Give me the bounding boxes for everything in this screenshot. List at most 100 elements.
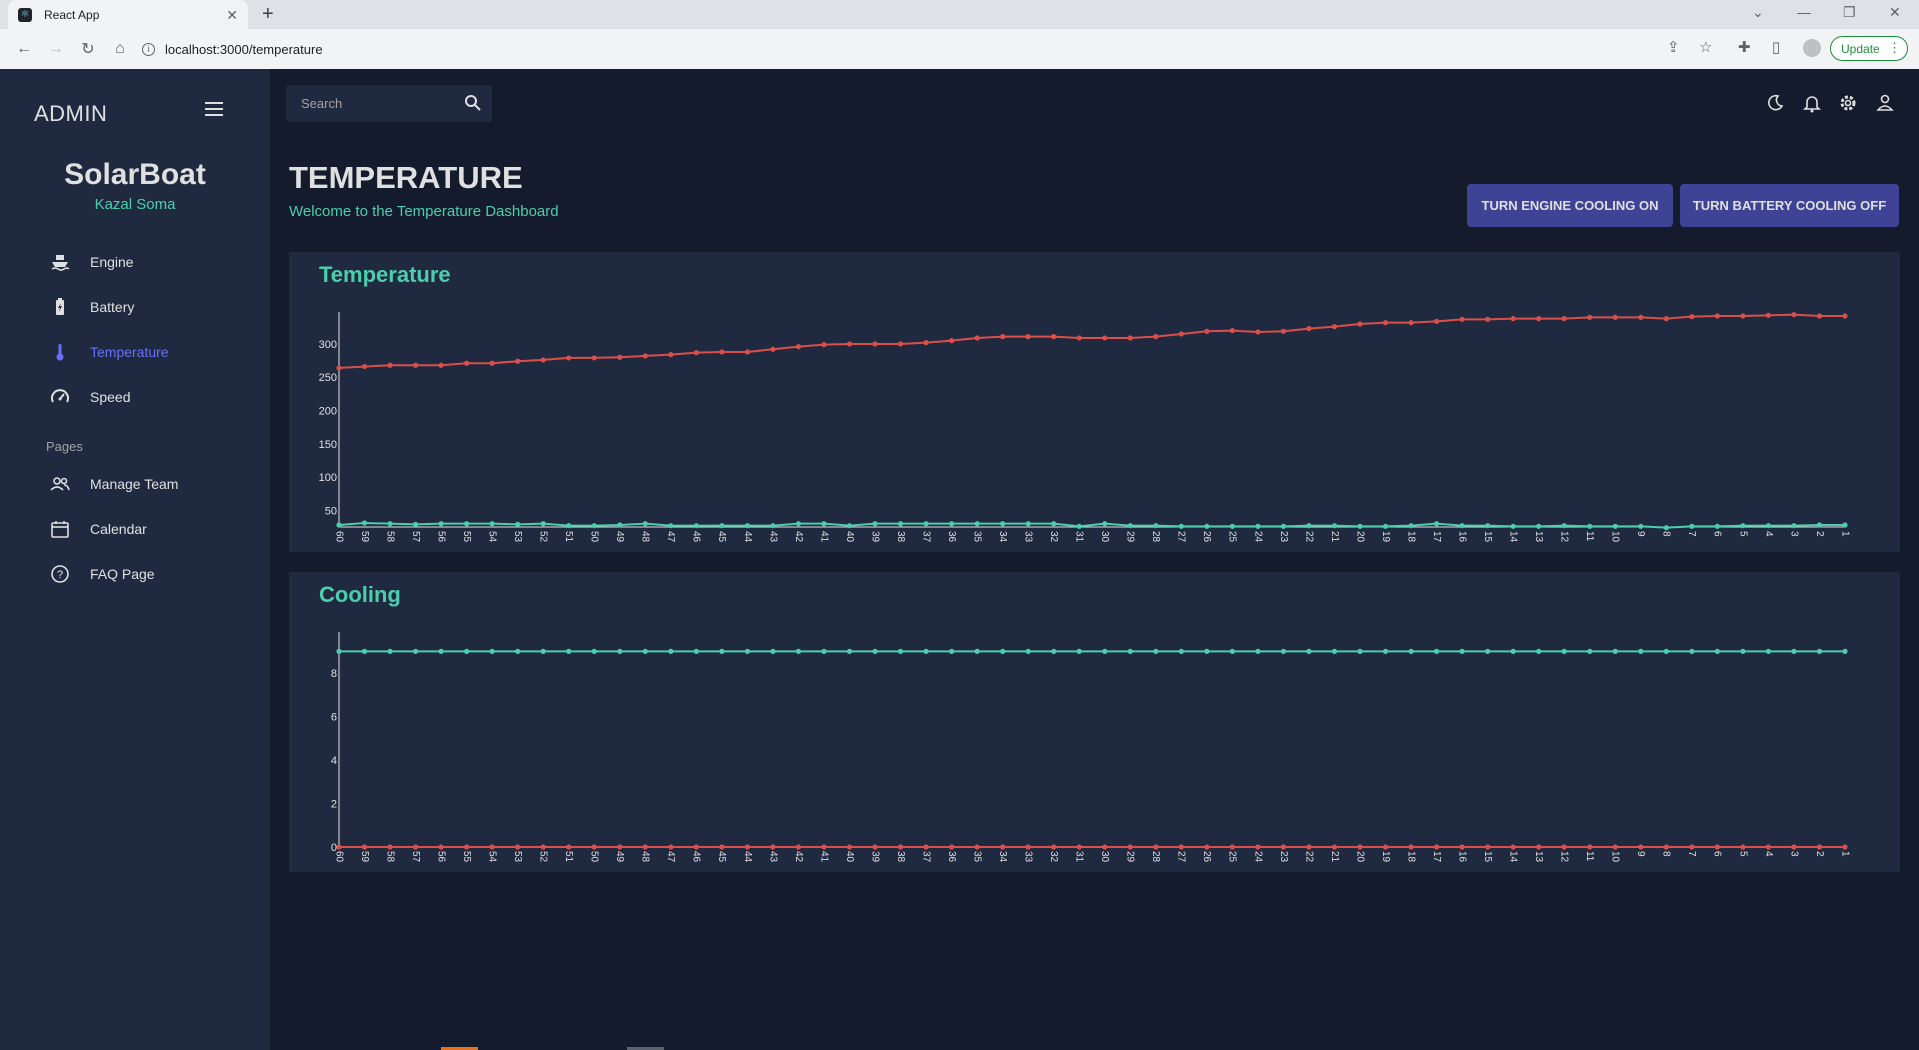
data-point[interactable] (1689, 844, 1695, 850)
data-point[interactable] (949, 844, 955, 850)
data-point[interactable] (1025, 648, 1031, 654)
data-point[interactable] (412, 362, 419, 368)
data-point[interactable] (566, 844, 572, 850)
data-point[interactable] (336, 844, 342, 850)
data-point[interactable] (1510, 844, 1516, 850)
data-point[interactable] (1433, 521, 1440, 527)
data-point[interactable] (744, 523, 751, 529)
data-point[interactable] (1561, 844, 1567, 850)
data-point[interactable] (1740, 844, 1746, 850)
data-point[interactable] (1816, 844, 1823, 850)
data-point[interactable] (591, 523, 597, 529)
data-point[interactable] (1765, 844, 1772, 850)
data-point[interactable] (1076, 844, 1082, 850)
person-icon[interactable] (1875, 93, 1895, 113)
data-point[interactable] (412, 844, 419, 850)
data-point[interactable] (1663, 844, 1669, 850)
data-point[interactable] (336, 522, 342, 528)
data-point[interactable] (923, 844, 929, 850)
data-point[interactable] (1587, 523, 1593, 529)
data-point[interactable] (1408, 523, 1414, 529)
data-point[interactable] (1536, 648, 1542, 654)
data-point[interactable] (1204, 328, 1210, 334)
data-point[interactable] (591, 648, 597, 654)
data-point[interactable] (1051, 334, 1057, 340)
data-point[interactable] (1765, 312, 1772, 318)
data-point[interactable] (1791, 523, 1797, 529)
data-point[interactable] (438, 521, 444, 527)
data-point[interactable] (821, 844, 827, 850)
data-point[interactable] (1306, 648, 1312, 654)
data-point[interactable] (1612, 648, 1618, 654)
data-point[interactable] (872, 341, 878, 347)
data-point[interactable] (1076, 648, 1082, 654)
data-point[interactable] (566, 355, 572, 361)
data-point[interactable] (464, 844, 470, 850)
data-point[interactable] (1433, 318, 1440, 324)
data-point[interactable] (438, 844, 444, 850)
data-point[interactable] (464, 648, 470, 654)
data-point[interactable] (1051, 648, 1057, 654)
data-point[interactable] (1791, 648, 1797, 654)
data-point[interactable] (1357, 523, 1363, 529)
data-point[interactable] (923, 648, 929, 654)
data-point[interactable] (872, 844, 878, 850)
data-point[interactable] (1638, 523, 1644, 529)
sidebar-item-speed[interactable]: Speed (50, 382, 130, 412)
restore-icon[interactable]: ❐ (1843, 4, 1856, 21)
data-point[interactable] (489, 360, 495, 366)
data-point[interactable] (693, 350, 699, 356)
data-point[interactable] (1459, 648, 1465, 654)
share-icon[interactable]: ⇪ (1667, 38, 1680, 56)
data-point[interactable] (1000, 334, 1006, 340)
data-point[interactable] (438, 648, 444, 654)
data-point[interactable] (719, 648, 725, 654)
data-point[interactable] (1816, 313, 1823, 319)
data-point[interactable] (1510, 316, 1516, 322)
data-point[interactable] (1127, 523, 1133, 529)
data-point[interactable] (846, 844, 853, 850)
sidebar-item-temperature[interactable]: Temperature (50, 337, 169, 367)
sidebar-item-battery[interactable]: Battery (50, 292, 134, 322)
data-point[interactable] (515, 358, 521, 364)
data-point[interactable] (795, 521, 802, 527)
sidebar-item-faq[interactable]: ? FAQ Page (50, 559, 155, 589)
menu-icon[interactable] (205, 102, 223, 116)
data-point[interactable] (693, 523, 699, 529)
tab-search-icon[interactable]: ⌄ (1752, 4, 1764, 21)
close-tab-icon[interactable]: ✕ (226, 7, 238, 24)
data-point[interactable] (1204, 648, 1210, 654)
data-point[interactable] (361, 363, 368, 370)
data-point[interactable] (361, 648, 368, 654)
data-point[interactable] (1689, 314, 1695, 320)
data-point[interactable] (1051, 521, 1057, 527)
data-point[interactable] (1510, 523, 1516, 529)
data-point[interactable] (412, 648, 419, 654)
data-point[interactable] (974, 844, 980, 850)
data-point[interactable] (515, 648, 521, 654)
data-point[interactable] (642, 353, 648, 359)
data-point[interactable] (1510, 648, 1516, 654)
data-point[interactable] (642, 521, 648, 527)
data-point[interactable] (489, 521, 495, 527)
data-point[interactable] (923, 340, 929, 346)
data-point[interactable] (668, 352, 674, 358)
data-point[interactable] (1485, 648, 1491, 654)
data-point[interactable] (668, 648, 674, 654)
data-point[interactable] (1382, 320, 1389, 326)
data-point[interactable] (770, 648, 776, 654)
data-point[interactable] (1459, 316, 1465, 322)
data-point[interactable] (1051, 844, 1057, 850)
data-point[interactable] (1025, 334, 1031, 340)
data-point[interactable] (1280, 844, 1287, 850)
data-point[interactable] (412, 521, 419, 527)
sidebar-item-engine[interactable]: Engine (50, 247, 134, 277)
data-point[interactable] (1000, 844, 1006, 850)
data-point[interactable] (1153, 648, 1159, 654)
data-point[interactable] (1612, 523, 1618, 529)
home-icon[interactable]: ⌂ (106, 35, 134, 63)
data-point[interactable] (489, 844, 495, 850)
data-point[interactable] (897, 844, 904, 850)
data-point[interactable] (540, 357, 546, 363)
data-point[interactable] (336, 365, 342, 371)
